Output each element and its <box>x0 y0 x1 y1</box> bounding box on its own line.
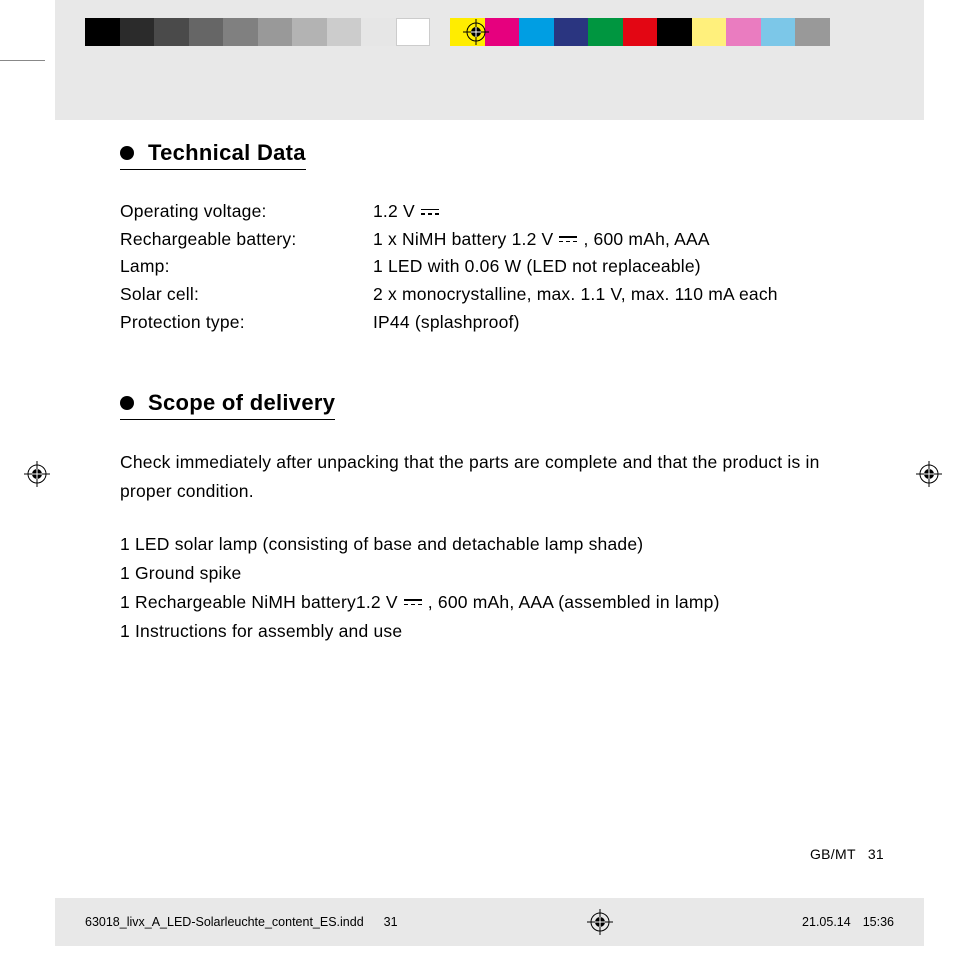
scope-list: 1 LED solar lamp (consisting of base and… <box>120 530 854 646</box>
color-swatch <box>588 18 623 46</box>
tech-label: Solar cell: <box>120 281 373 309</box>
tech-row: Protection type:IP44 (splashproof) <box>120 309 854 337</box>
color-swatch <box>361 18 396 46</box>
color-swatch <box>154 18 189 46</box>
color-swatch <box>657 18 692 46</box>
color-swatch <box>189 18 224 46</box>
section-heading-scope: Scope of delivery <box>120 390 335 420</box>
bullet-icon <box>120 396 134 410</box>
footer-time: 15:36 <box>863 915 894 929</box>
color-swatch <box>120 18 155 46</box>
color-swatch <box>85 18 120 46</box>
tech-value: 1.2 V <box>373 198 854 226</box>
page-number: GB/MT 31 <box>810 846 884 862</box>
color-swatch <box>258 18 293 46</box>
content-area: Technical Data Operating voltage:1.2 VRe… <box>120 140 854 645</box>
registration-mark-icon <box>916 461 942 487</box>
color-swatch <box>761 18 796 46</box>
color-swatch <box>485 18 520 46</box>
footer-filepage: 31 <box>384 915 398 929</box>
color-swatch <box>327 18 362 46</box>
list-item: 1 Ground spike <box>120 559 854 588</box>
technical-data-table: Operating voltage:1.2 VRechargeable batt… <box>120 198 854 336</box>
dc-voltage-icon <box>559 236 577 242</box>
tech-row: Operating voltage:1.2 V <box>120 198 854 226</box>
heading-text: Scope of delivery <box>148 390 335 416</box>
registration-mark-icon <box>24 461 50 487</box>
tech-value: 2 x monocrystalline, max. 1.1 V, max. 11… <box>373 281 854 309</box>
footer-date: 21.05.14 <box>802 915 851 929</box>
footer-bar: 63018_livx_A_LED-Solarleuchte_content_ES… <box>55 898 924 946</box>
color-swatch <box>692 18 727 46</box>
color-swatch <box>726 18 761 46</box>
list-item: 1 LED solar lamp (consisting of base and… <box>120 530 854 559</box>
list-item: 1 Rechargeable NiMH battery1.2 V, 600 mA… <box>120 588 854 617</box>
tech-label: Rechargeable battery: <box>120 226 373 254</box>
tech-row: Lamp:1 LED with 0.06 W (LED not replacea… <box>120 253 854 281</box>
color-calibration-bar <box>85 18 830 46</box>
bullet-icon <box>120 146 134 160</box>
color-swatch <box>795 18 830 46</box>
footer-filename: 63018_livx_A_LED-Solarleuchte_content_ES… <box>85 915 364 929</box>
scope-paragraph: Check immediately after unpacking that t… <box>120 448 854 506</box>
color-swatch <box>623 18 658 46</box>
color-swatch <box>554 18 589 46</box>
page-num: 31 <box>868 846 884 862</box>
color-swatch <box>223 18 258 46</box>
section-heading-technical-data: Technical Data <box>120 140 306 170</box>
tech-value: 1 LED with 0.06 W (LED not replaceable) <box>373 253 854 281</box>
registration-mark-icon <box>463 19 489 45</box>
page: Technical Data Operating voltage:1.2 VRe… <box>0 0 954 954</box>
registration-mark-icon <box>587 909 613 935</box>
color-swatch <box>292 18 327 46</box>
color-swatch <box>519 18 554 46</box>
dc-voltage-icon <box>421 209 439 215</box>
dc-voltage-icon <box>404 599 422 605</box>
tech-label: Protection type: <box>120 309 373 337</box>
tech-value: 1 x NiMH battery 1.2 V, 600 mAh, AAA <box>373 226 854 254</box>
crop-mark <box>0 60 45 61</box>
list-item: 1 Instructions for assembly and use <box>120 617 854 646</box>
page-lang: GB/MT <box>810 846 856 862</box>
tech-label: Lamp: <box>120 253 373 281</box>
tech-label: Operating voltage: <box>120 198 373 226</box>
tech-row: Solar cell:2 x monocrystalline, max. 1.1… <box>120 281 854 309</box>
tech-row: Rechargeable battery:1 x NiMH battery 1.… <box>120 226 854 254</box>
color-swatch <box>430 18 450 46</box>
heading-text: Technical Data <box>148 140 306 166</box>
tech-value: IP44 (splashproof) <box>373 309 854 337</box>
color-swatch <box>396 18 431 46</box>
